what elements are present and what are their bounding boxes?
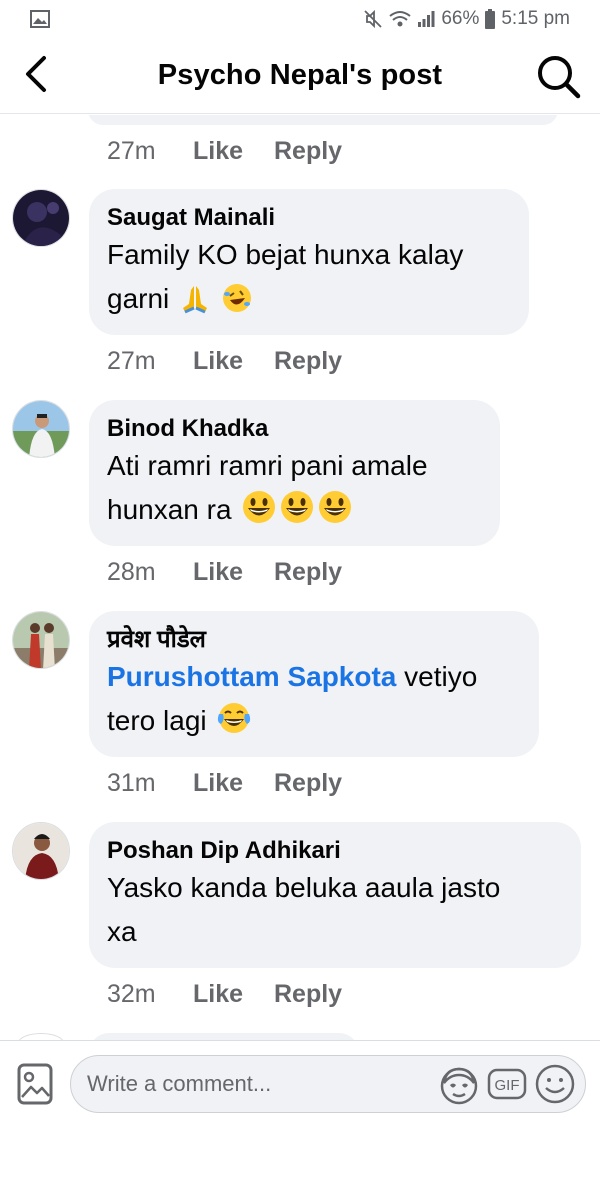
- search-icon: [538, 56, 581, 99]
- comment-text: Family KO bejat hunxa kalay garni: [107, 233, 511, 327]
- battery-icon: [485, 9, 496, 29]
- comment-input[interactable]: Write a comment... GIF: [70, 1055, 586, 1113]
- comment-actions: 32m Like Reply: [107, 980, 342, 1009]
- comment-time: 32m: [107, 980, 156, 1008]
- comment-bubble: प्रवेश पौडेल Purushottam Sapkota vetiyo …: [89, 611, 539, 757]
- photo-button[interactable]: [14, 1061, 56, 1107]
- comment-placeholder: Write a comment...: [87, 1071, 272, 1096]
- avatar-photo: [13, 401, 69, 457]
- post-header: Psycho Nepal's post: [0, 38, 600, 114]
- previous-comment-bubble: [88, 115, 558, 125]
- comment-actions: 27m Like Reply: [107, 137, 342, 166]
- back-arrow-icon: [26, 56, 46, 92]
- clock: 5:15 pm: [501, 8, 570, 29]
- like-button[interactable]: Like: [193, 347, 274, 376]
- avatar[interactable]: [12, 822, 70, 880]
- comment-text-line: vetiyo: [396, 661, 478, 692]
- avatar-photo: [13, 190, 69, 246]
- comment-text-line: xa: [107, 916, 137, 947]
- avatar[interactable]: [12, 611, 70, 669]
- comment-actions: 27m Like Reply: [107, 347, 342, 376]
- comment-bubble: Poshan Dip Adhikari Yasko kanda beluka a…: [89, 822, 581, 968]
- comment-author[interactable]: Saugat Mainali: [107, 203, 511, 233]
- comment-bubble: Saugat Mainali Family KO bejat hunxa kal…: [89, 189, 529, 335]
- comment-time: 28m: [107, 558, 156, 586]
- gallery-notification-icon: [30, 10, 50, 28]
- grinning-emoji: [241, 489, 277, 538]
- comment-actions: 28m Like Reply: [107, 558, 342, 587]
- mute-icon: [364, 9, 382, 29]
- wifi-icon: [389, 11, 411, 27]
- like-button[interactable]: Like: [193, 769, 274, 798]
- comment-author[interactable]: Poshan Dip Adhikari: [107, 836, 563, 866]
- back-button[interactable]: [16, 54, 56, 94]
- gif-button[interactable]: GIF: [485, 1062, 529, 1106]
- comment-text-line: Yasko kanda beluka aaula jasto: [107, 872, 501, 903]
- composer-icons: GIF: [437, 1062, 577, 1106]
- smiley-icon: [535, 1064, 575, 1104]
- avatar-sticker-icon: [440, 1067, 478, 1105]
- avatar[interactable]: [12, 400, 70, 458]
- like-button[interactable]: Like: [193, 980, 274, 1009]
- page-title: Psycho Nepal's post: [157, 59, 443, 91]
- reply-button[interactable]: Reply: [274, 980, 342, 1009]
- like-button[interactable]: Like: [193, 137, 274, 166]
- comment-time: 27m: [107, 347, 156, 375]
- grinning-emoji: [317, 489, 353, 538]
- comments-list: 27m Like Reply Saugat Mainali Family KO …: [0, 115, 600, 1040]
- reply-button[interactable]: Reply: [274, 137, 342, 166]
- comment-text: Yasko kanda beluka aaula jasto xa: [107, 866, 563, 954]
- gif-icon: GIF: [487, 1068, 527, 1100]
- status-bar: 66% 5:15 pm: [0, 0, 600, 38]
- comment-time: 31m: [107, 769, 156, 797]
- comment-text-line: Family KO bejat hunxa kalay: [107, 239, 464, 270]
- comment-text-line: Ati ramri ramri pani amale: [107, 450, 428, 481]
- search-button[interactable]: [534, 52, 582, 100]
- comment-time: 27m: [107, 137, 156, 165]
- rolling-laughing-emoji: [221, 282, 253, 327]
- avatar-photo: [13, 612, 69, 668]
- comment-bubble: Binod Khadka Ati ramri ramri pani amale …: [89, 400, 500, 546]
- gif-label: GIF: [495, 1077, 520, 1094]
- next-comment-avatar: [18, 1033, 64, 1040]
- comment-text: Ati ramri ramri pani amale hunxan ra: [107, 444, 482, 538]
- battery-percent: 66%: [441, 8, 480, 29]
- folded-hands-emoji: [179, 282, 211, 327]
- avatar[interactable]: [12, 189, 70, 247]
- photo-icon: [17, 1063, 53, 1105]
- comment-text-line: hunxan ra: [107, 494, 232, 525]
- next-comment-bubble: [89, 1033, 359, 1040]
- avatar-sticker-button[interactable]: [437, 1062, 481, 1106]
- emoji-button[interactable]: [533, 1062, 577, 1106]
- mention-link[interactable]: Purushottam Sapkota: [107, 661, 396, 692]
- comment-composer: Write a comment... GIF: [0, 1040, 600, 1200]
- tears-of-joy-emoji: [216, 700, 252, 749]
- comment-text-line: tero lagi: [107, 705, 207, 736]
- comment-text: Purushottam Sapkota vetiyo tero lagi: [107, 655, 521, 749]
- reply-button[interactable]: Reply: [274, 558, 342, 587]
- like-button[interactable]: Like: [193, 558, 274, 587]
- avatar-photo: [13, 823, 69, 879]
- grinning-emoji: [279, 489, 315, 538]
- comment-author[interactable]: Binod Khadka: [107, 414, 482, 444]
- comment-text-line: garni: [107, 283, 170, 314]
- comment-actions: 31m Like Reply: [107, 769, 342, 798]
- comment-author[interactable]: प्रवेश पौडेल: [107, 625, 521, 655]
- signal-icon: [418, 11, 435, 27]
- reply-button[interactable]: Reply: [274, 347, 342, 376]
- reply-button[interactable]: Reply: [274, 769, 342, 798]
